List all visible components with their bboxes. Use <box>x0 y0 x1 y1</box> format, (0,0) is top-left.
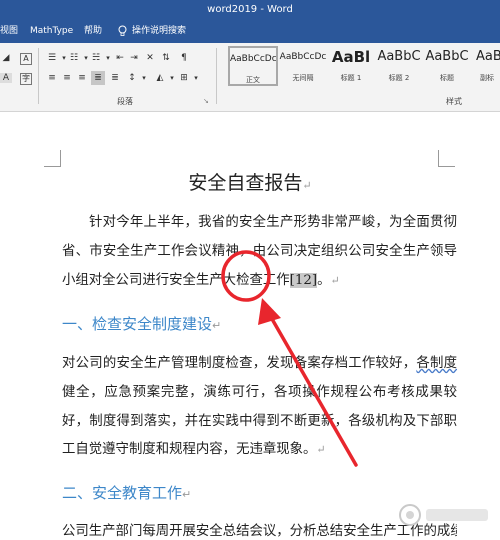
pointer-arrow-head <box>258 298 281 325</box>
highlight-circle <box>221 250 271 302</box>
watermark-logo <box>399 504 488 526</box>
annotation-overlay <box>221 250 358 467</box>
pointer-arrow-shaft <box>266 310 358 467</box>
